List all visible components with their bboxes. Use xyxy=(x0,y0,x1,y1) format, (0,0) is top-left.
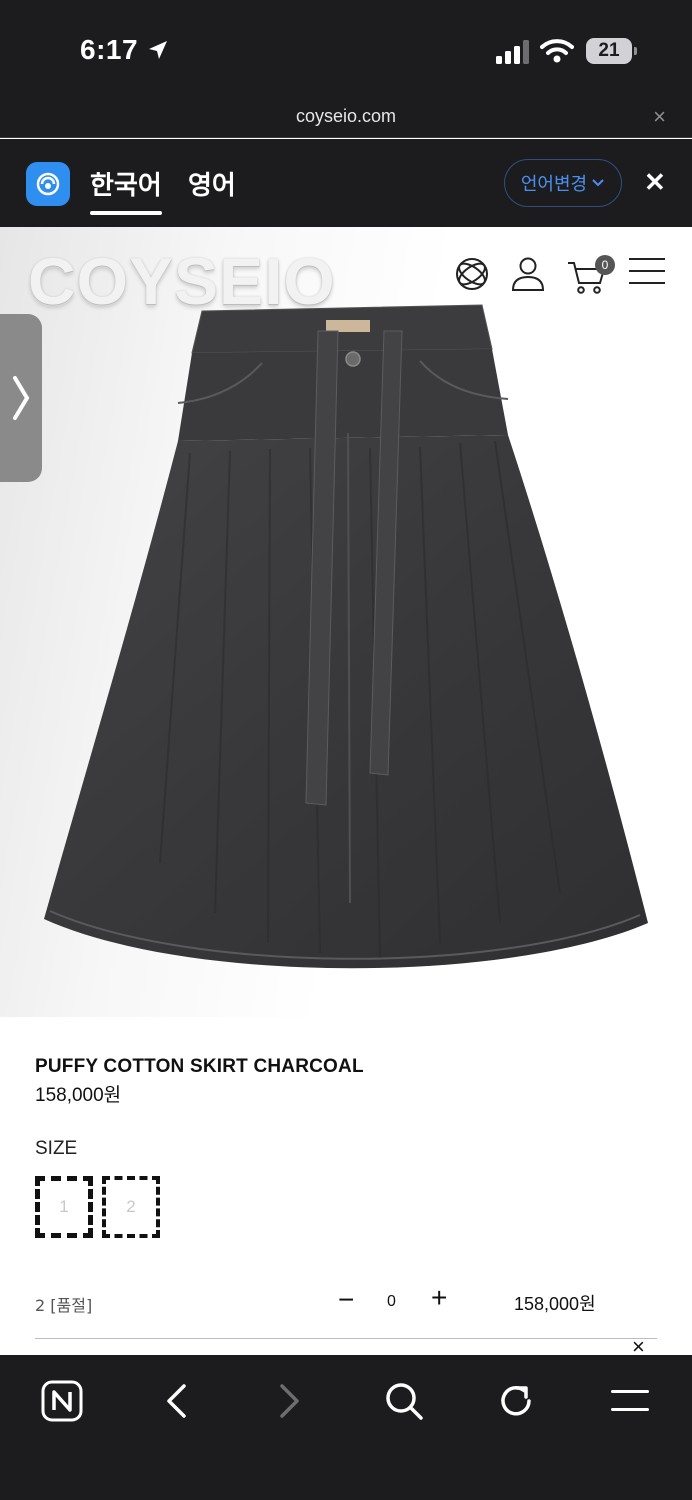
translate-bar: 한국어 영어 언어변경 ✕ xyxy=(0,139,692,227)
selected-option-price: 158,000원 xyxy=(514,1294,596,1314)
location-arrow-icon xyxy=(149,41,167,59)
url-close-button[interactable]: × xyxy=(653,104,666,130)
browser-menu-icon[interactable] xyxy=(606,1377,654,1425)
divider xyxy=(35,1338,657,1339)
cellular-signal-icon xyxy=(496,40,529,64)
forward-icon[interactable] xyxy=(266,1377,314,1425)
size-label: SIZE xyxy=(35,1138,78,1159)
size-option-2[interactable]: 2 xyxy=(102,1176,160,1238)
battery-indicator: 21 xyxy=(586,38,637,64)
product-hero: COYSEIO 0 xyxy=(0,227,692,1017)
naver-home-icon[interactable] xyxy=(38,1377,86,1425)
url-bar[interactable]: coyseio.com × xyxy=(0,100,692,138)
chevron-down-icon xyxy=(592,179,604,187)
search-icon[interactable] xyxy=(380,1377,428,1425)
status-time: 6:17 xyxy=(80,34,139,65)
refresh-icon[interactable] xyxy=(492,1377,540,1425)
selected-option-label: 2 [품절] xyxy=(35,1296,93,1315)
globe-icon[interactable] xyxy=(453,255,491,293)
product-price: 158,000원 xyxy=(35,1085,122,1106)
product-name: PUFFY COTTON SKIRT CHARCOAL xyxy=(35,1056,364,1077)
cart-count-badge: 0 xyxy=(595,255,615,275)
side-drawer-tab[interactable] xyxy=(0,314,42,482)
back-icon[interactable] xyxy=(152,1377,200,1425)
active-tab-indicator xyxy=(90,211,162,215)
tab-korean[interactable]: 한국어 xyxy=(90,165,162,202)
quantity-value[interactable]: 0 xyxy=(387,1293,396,1311)
change-language-label: 언어변경 xyxy=(520,174,588,195)
product-image-skirt[interactable] xyxy=(40,303,652,983)
papago-logo-icon[interactable] xyxy=(26,162,70,206)
user-icon[interactable] xyxy=(510,255,546,293)
wifi-icon xyxy=(540,39,574,63)
url-text[interactable]: coyseio.com xyxy=(0,106,692,127)
browser-toolbar xyxy=(0,1355,692,1500)
quantity-increase-button[interactable]: + xyxy=(431,1282,447,1314)
status-bar: 6:17 21 xyxy=(0,0,692,100)
hamburger-menu-icon[interactable] xyxy=(628,255,666,287)
change-language-button[interactable]: 언어변경 xyxy=(504,159,622,207)
quantity-decrease-button[interactable]: − xyxy=(338,1284,354,1316)
size-option-1[interactable]: 1 xyxy=(35,1176,93,1238)
tab-english[interactable]: 영어 xyxy=(188,165,236,202)
chevron-right-icon xyxy=(13,376,30,420)
translate-close-button[interactable]: ✕ xyxy=(644,167,666,198)
